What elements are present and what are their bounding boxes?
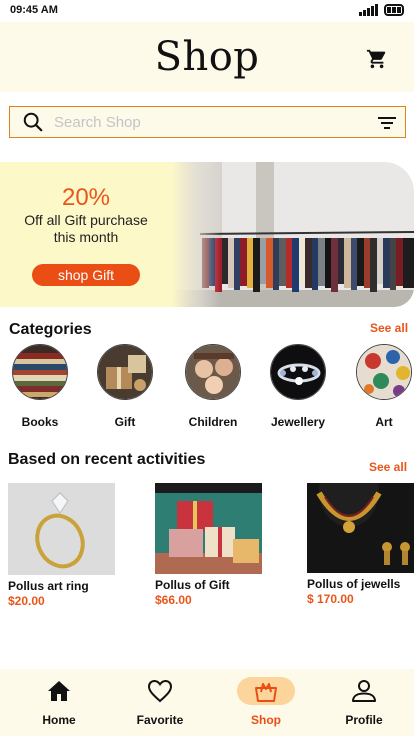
gift-boxes-photo bbox=[155, 483, 262, 574]
page-title: Shop bbox=[154, 34, 260, 80]
category-label: Books bbox=[21, 415, 59, 429]
tab-label: Shop bbox=[251, 713, 281, 727]
category-gift[interactable]: Gift bbox=[90, 344, 160, 429]
search-input[interactable] bbox=[54, 111, 364, 133]
ring-photo bbox=[8, 483, 115, 575]
status-time: 09:45 AM bbox=[10, 4, 58, 16]
product-card[interactable]: Pollus art ring $20.00 bbox=[8, 483, 116, 608]
categories-title: Categories bbox=[9, 321, 92, 338]
tab-label: Home bbox=[42, 713, 76, 727]
filter-icon[interactable] bbox=[377, 115, 397, 131]
tab-label: Favorite bbox=[136, 713, 184, 727]
banner-discount: 20% bbox=[61, 184, 111, 211]
category-label: Gift bbox=[114, 415, 136, 429]
category-label: Children bbox=[188, 415, 238, 429]
product-name: Pollus of Gift bbox=[155, 578, 230, 592]
children-photo bbox=[185, 344, 241, 400]
shopping-bag-icon bbox=[255, 683, 277, 702]
product-price: $66.00 bbox=[155, 593, 192, 607]
status-icons bbox=[359, 4, 404, 16]
product-card[interactable]: Pollus of Gift $66.00 bbox=[155, 483, 263, 607]
product-price: $20.00 bbox=[8, 594, 45, 608]
banner-line-1: Off all Gift purchase bbox=[24, 212, 148, 228]
gift-photo bbox=[97, 344, 153, 400]
recent-activities-title: Based on recent activities bbox=[8, 451, 206, 468]
categories-see-all-link[interactable]: See all bbox=[370, 321, 408, 335]
search-bar[interactable] bbox=[9, 106, 406, 138]
category-label: Art bbox=[375, 415, 393, 429]
recent-see-all-link[interactable]: See all bbox=[369, 460, 407, 474]
banner-text: 20% Off all Gift purchase this month bbox=[0, 184, 172, 246]
tab-profile[interactable]: Profile bbox=[324, 677, 404, 727]
tab-favorite[interactable]: Favorite bbox=[120, 677, 200, 727]
shop-gift-button[interactable]: shop Gift bbox=[32, 264, 140, 286]
home-icon bbox=[48, 681, 70, 701]
tab-label: Profile bbox=[345, 713, 383, 727]
tab-icon-wrap bbox=[335, 677, 393, 705]
profile-icon bbox=[352, 680, 376, 702]
search-icon bbox=[23, 112, 43, 132]
category-art[interactable]: Art bbox=[349, 344, 414, 429]
tab-icon-wrap bbox=[30, 677, 88, 705]
necklace-photo bbox=[307, 483, 414, 573]
product-price: $ 170.00 bbox=[307, 592, 354, 606]
jewellery-photo bbox=[270, 344, 326, 400]
cart-icon[interactable] bbox=[366, 48, 388, 70]
product-name: Pollus of jewells bbox=[307, 577, 401, 591]
tab-icon-wrap bbox=[237, 677, 295, 705]
art-photo bbox=[356, 344, 412, 400]
category-children[interactable]: Children bbox=[178, 344, 248, 429]
tab-icon-wrap bbox=[131, 677, 189, 705]
status-bar: 09:45 AM bbox=[0, 0, 414, 22]
tab-shop[interactable]: Shop bbox=[226, 677, 306, 727]
promo-banner[interactable]: 20% Off all Gift purchase this month sho… bbox=[0, 162, 414, 307]
clothing-rack-photo bbox=[172, 162, 414, 307]
banner-line-2: this month bbox=[53, 229, 119, 245]
product-name: Pollus art ring bbox=[8, 579, 89, 593]
header: Shop bbox=[0, 22, 414, 92]
tab-home[interactable]: Home bbox=[19, 677, 99, 727]
heart-icon bbox=[147, 679, 173, 703]
category-books[interactable]: Books bbox=[5, 344, 75, 429]
product-card[interactable]: Pollus of jewells $ 170.00 bbox=[307, 483, 414, 606]
bottom-tab-bar: Home Favorite Shop Profile bbox=[0, 669, 414, 736]
battery-icon bbox=[384, 4, 404, 16]
category-label: Jewellery bbox=[270, 415, 326, 429]
category-jewellery[interactable]: Jewellery bbox=[263, 344, 333, 429]
books-photo bbox=[12, 344, 68, 400]
signal-icon bbox=[359, 4, 378, 16]
